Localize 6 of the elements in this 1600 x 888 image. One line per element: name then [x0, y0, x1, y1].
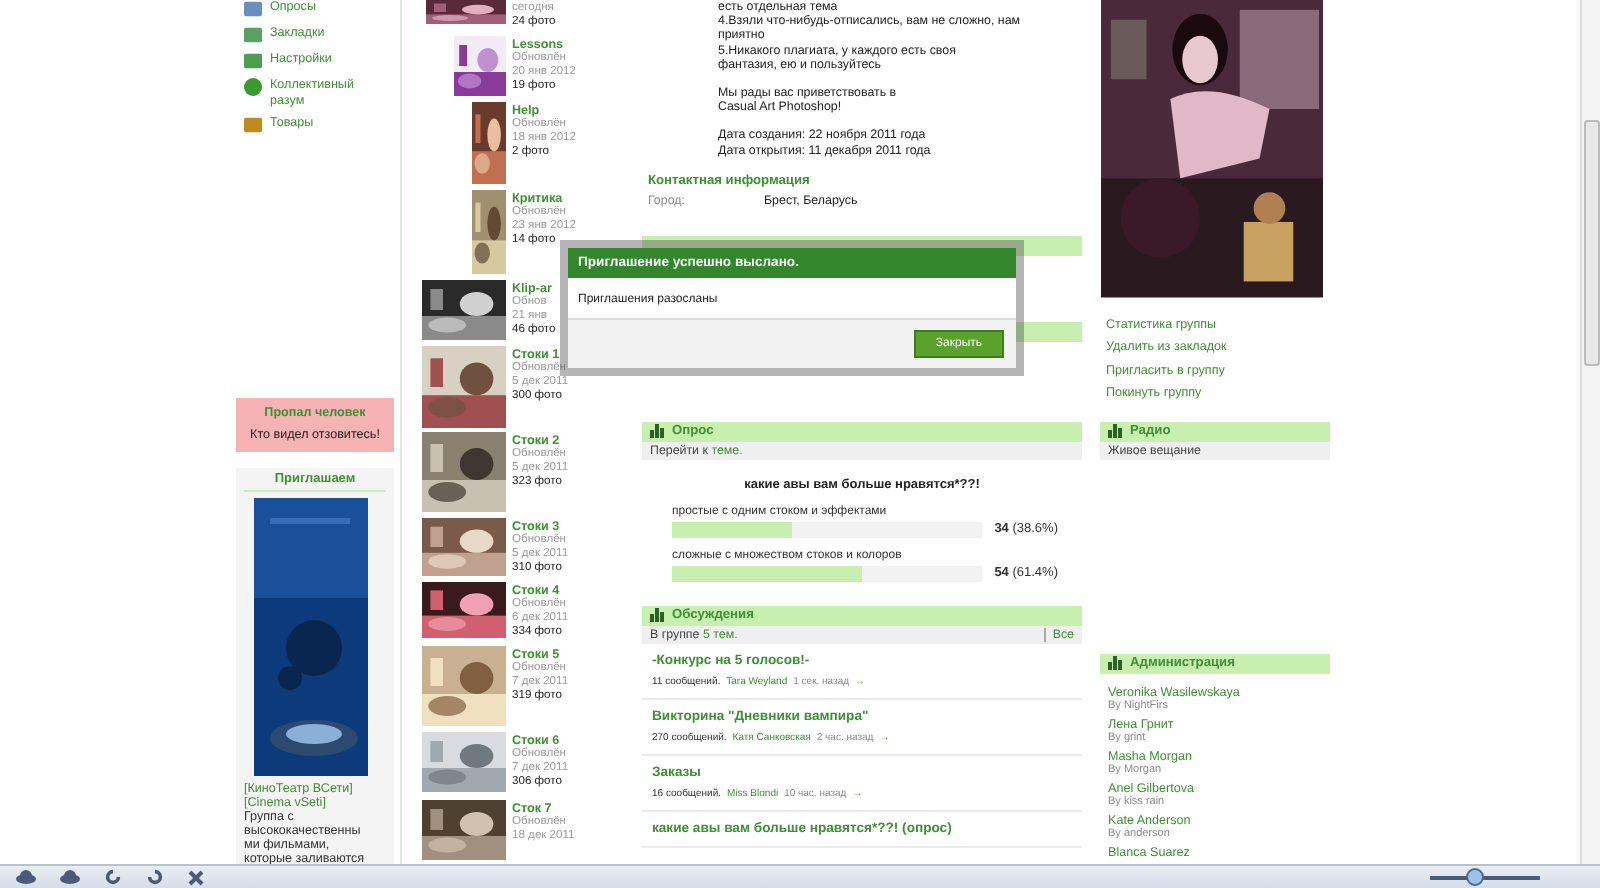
cloud-icon[interactable] [16, 870, 36, 884]
scrollbar[interactable] [1580, 0, 1600, 864]
rotate-icon[interactable] [146, 868, 164, 886]
delete-icon[interactable] [188, 869, 204, 885]
cloud-icon[interactable] [60, 870, 80, 884]
rotate-icon[interactable] [104, 868, 122, 886]
